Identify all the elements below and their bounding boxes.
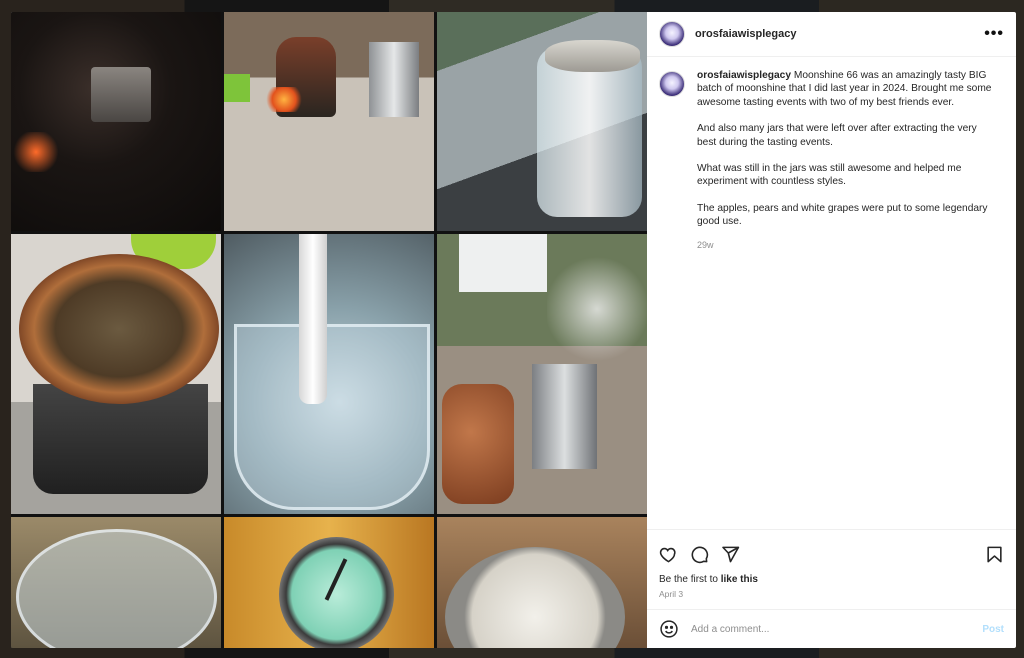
like-this-link[interactable]: like this xyxy=(721,574,758,585)
heart-icon[interactable] xyxy=(659,545,678,564)
more-options-icon[interactable]: ••• xyxy=(984,25,1004,43)
caption-username[interactable]: orosfaiawisplegacy xyxy=(697,70,791,81)
comment-bar: Post xyxy=(647,609,1016,648)
caption-body: orosfaiawisplegacy Moonshine 66 was an a… xyxy=(697,69,997,529)
likes-text: Be the first to like this xyxy=(659,574,1004,585)
smiley-icon[interactable] xyxy=(659,619,679,639)
action-icons xyxy=(659,540,1004,568)
photo-steaming-still-outdoors xyxy=(437,234,647,514)
photo-glass-jars xyxy=(437,12,647,231)
post-image-grid[interactable] xyxy=(11,12,647,648)
likes-prefix: Be the first to xyxy=(659,574,721,585)
post-date[interactable]: April 3 xyxy=(659,589,1004,599)
photo-hydrometer-in-glass xyxy=(224,234,434,514)
bookmark-icon[interactable] xyxy=(985,545,1004,564)
post-age[interactable]: 29w xyxy=(697,239,997,252)
caption-paragraph: And also many jars that were left over a… xyxy=(697,123,977,148)
caption-paragraph: The apples, pears and white grapes were … xyxy=(697,202,988,228)
caption-paragraph: orosfaiawisplegacy Moonshine 66 was an a… xyxy=(697,69,997,109)
photo-jar-closeup xyxy=(11,517,221,648)
post-side-panel: orosfaiawisplegacy ••• orosfaiawisplegac… xyxy=(647,12,1016,648)
comment-input[interactable] xyxy=(689,622,983,636)
post-comment-button[interactable]: Post xyxy=(982,624,1004,635)
caption-avatar[interactable] xyxy=(659,71,685,97)
photo-thermometer-gauge xyxy=(224,517,434,648)
speech-bubble-icon[interactable] xyxy=(690,545,709,564)
post-modal: orosfaiawisplegacy ••• orosfaiawisplegac… xyxy=(11,12,1016,648)
photo-still-on-fire xyxy=(224,12,434,231)
actions-bar: Be the first to like this April 3 xyxy=(647,529,1016,609)
avatar[interactable] xyxy=(659,21,685,47)
caption-section: orosfaiawisplegacy Moonshine 66 was an a… xyxy=(647,57,1016,529)
caption-paragraph: What was still in the jars was still awe… xyxy=(697,163,962,188)
photo-dark-still-at-night xyxy=(11,12,221,231)
photo-dial-closeup xyxy=(437,517,647,648)
photo-copper-pot-top xyxy=(11,234,221,514)
paper-plane-icon[interactable] xyxy=(721,545,740,564)
author-username[interactable]: orosfaiawisplegacy xyxy=(695,28,984,40)
post-header: orosfaiawisplegacy ••• xyxy=(647,12,1016,57)
